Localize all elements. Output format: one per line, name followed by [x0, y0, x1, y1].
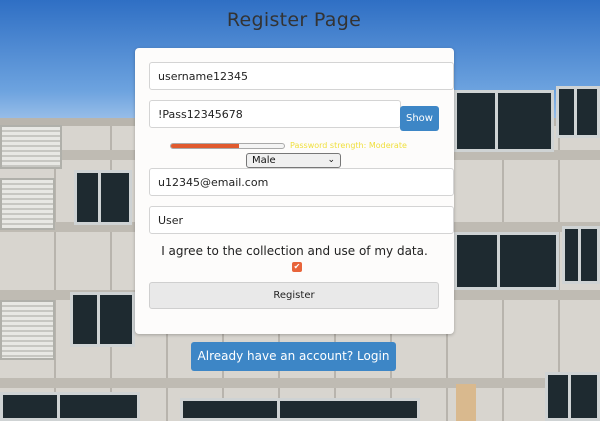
- username-input[interactable]: [149, 62, 454, 90]
- email-input[interactable]: [149, 168, 454, 196]
- register-button[interactable]: Register: [149, 282, 439, 309]
- checkmark-icon: ✔: [293, 262, 301, 271]
- show-password-button[interactable]: Show: [400, 106, 439, 131]
- consent-label: I agree to the collection and use of my …: [161, 244, 428, 258]
- password-input[interactable]: [149, 100, 401, 128]
- password-strength-bar: [170, 143, 285, 149]
- gender-select-value: Male: [252, 155, 276, 166]
- password-strength-fill: [171, 144, 239, 148]
- register-form: Show Password strength: Moderate Male ⌄ …: [135, 48, 454, 334]
- login-link-button[interactable]: Already have an account? Login: [191, 342, 396, 371]
- gender-select[interactable]: Male ⌄: [246, 153, 341, 168]
- role-input[interactable]: [149, 206, 454, 234]
- chevron-down-icon: ⌄: [327, 155, 335, 165]
- consent-checkbox[interactable]: ✔: [292, 262, 302, 272]
- password-strength-text: Password strength: Moderate: [290, 141, 407, 150]
- page-title: Register Page: [226, 9, 362, 31]
